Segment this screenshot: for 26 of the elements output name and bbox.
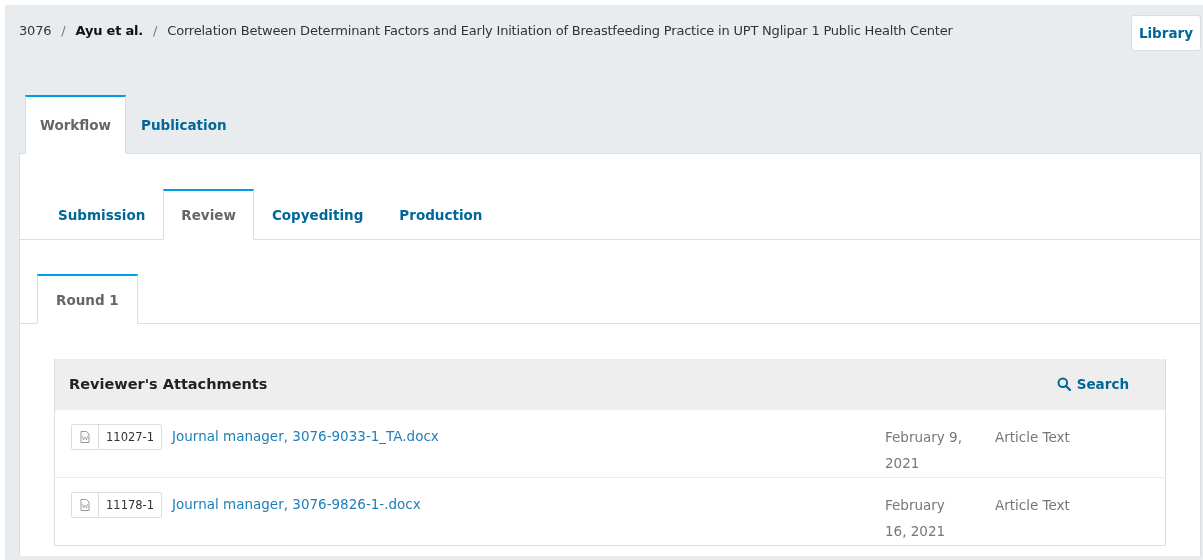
grid-title: Reviewer's Attachments — [69, 376, 268, 392]
document-icon — [80, 499, 90, 511]
file-link[interactable]: Journal manager, 3076-9826-1-.docx — [172, 492, 421, 516]
tab[interactable]: Workflow — [25, 95, 127, 154]
file-date: February 16, 2021 — [885, 496, 947, 541]
file-link[interactable]: Journal manager, 3076-9033-1_TA.docx — [172, 424, 439, 448]
file-id-badge: 11178-1 — [71, 492, 163, 518]
submission-id: 3076 — [19, 23, 52, 38]
document-icon — [80, 431, 90, 443]
tab[interactable]: Production — [381, 189, 501, 240]
breadcrumb-separator: / — [61, 23, 66, 38]
search-icon — [1056, 377, 1071, 391]
tab[interactable]: Round 1 — [37, 274, 138, 324]
submission-title: Correlation Between Determinant Factors and Early Initiation of Breastfeeding Practice in UPT Nglipar 1 Public Health Center — [167, 23, 953, 38]
search-button[interactable]: Search — [1050, 375, 1135, 393]
file-date: February 9, 2021 — [885, 428, 963, 473]
file-type: Article Text — [995, 496, 1071, 515]
file-type: Article Text — [995, 428, 1071, 447]
tab[interactable]: Submission — [40, 189, 164, 240]
tab[interactable]: Publication — [126, 95, 242, 154]
author-names: Ayu et al. — [75, 23, 144, 38]
tab[interactable]: Review — [163, 189, 254, 240]
file-id-badge: 11027-1 — [71, 424, 163, 450]
tab[interactable]: Copyediting — [253, 189, 382, 240]
breadcrumb-separator: / — [153, 23, 158, 38]
library-button[interactable]: Library — [1130, 15, 1201, 51]
